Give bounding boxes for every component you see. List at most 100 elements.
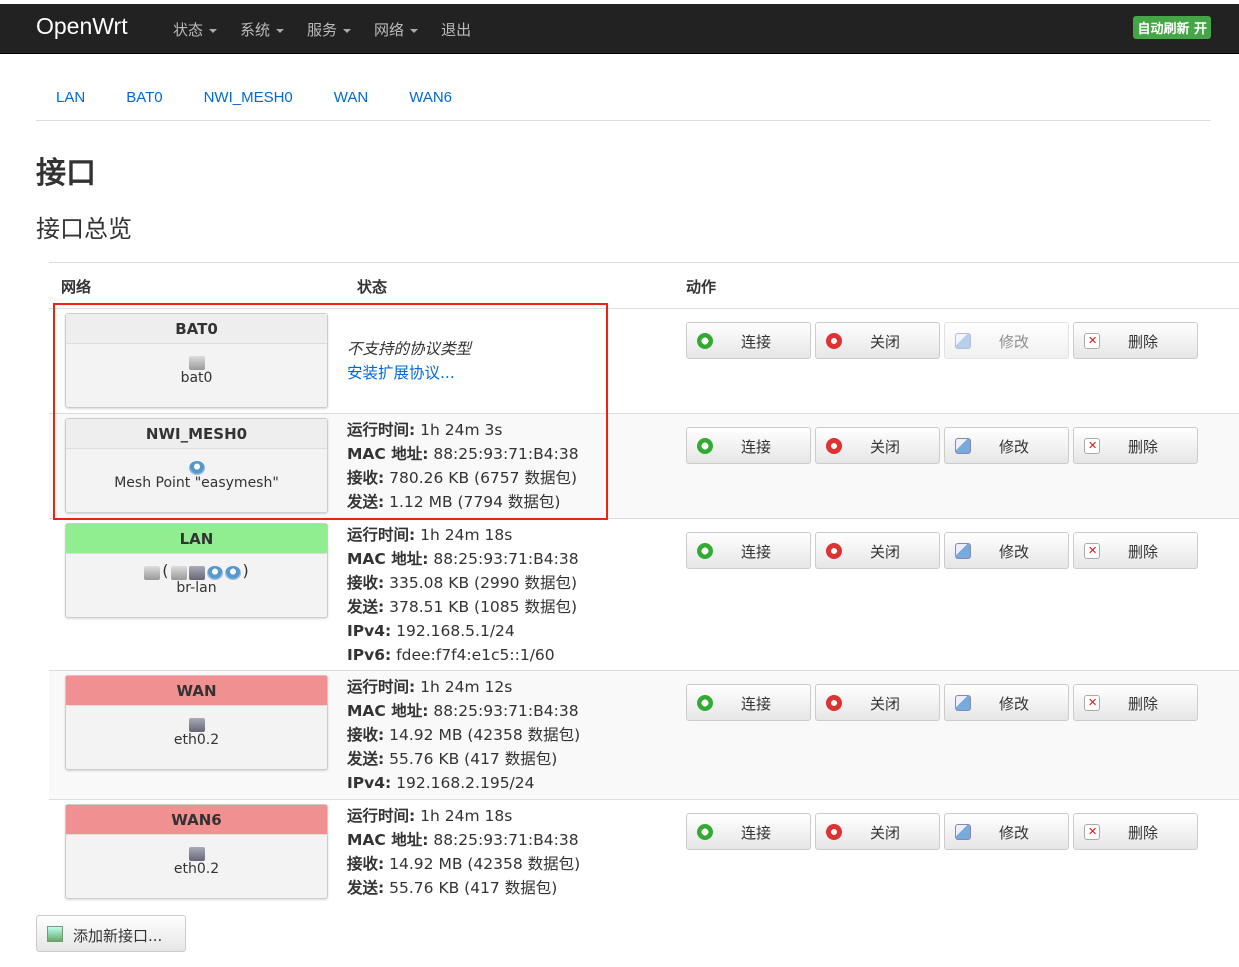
tx-value: 378.51 KB (1085 数据包)	[389, 598, 577, 616]
delete-icon	[1084, 695, 1100, 711]
section-title: 接口总览	[36, 215, 132, 243]
add-icon	[47, 926, 63, 942]
connect-button[interactable]: 连接	[686, 813, 811, 850]
row-actions: 连接 关闭 修改 删除	[686, 532, 1202, 569]
menu-network[interactable]: 网络	[374, 19, 419, 40]
edit-button[interactable]: 修改	[944, 813, 1069, 850]
menu-system-label: 系统	[240, 21, 271, 39]
main-menu: 状态 系统 服务 网络 退出	[173, 19, 494, 40]
stop-label: 关闭	[870, 824, 901, 842]
stop-button[interactable]: 关闭	[815, 813, 940, 850]
connect-button[interactable]: 连接	[686, 322, 811, 359]
interface-icons: ( )	[66, 554, 327, 580]
edit-button[interactable]: 修改	[944, 427, 1069, 464]
stop-icon	[826, 543, 842, 559]
ipv4-label: IPv4:	[347, 774, 392, 792]
delete-button[interactable]: 删除	[1073, 532, 1198, 569]
table-row: LAN ( ) br-lan 运行时间: 1h 24m 18s MAC 地址: …	[49, 518, 1239, 670]
interface-device: eth0.2	[173, 732, 220, 748]
page-title: 接口	[36, 156, 96, 191]
edit-button[interactable]: 修改	[944, 532, 1069, 569]
interface-status: 运行时间: 1h 24m 18s MAC 地址: 88:25:93:71:B4:…	[347, 523, 579, 667]
autorefresh-toggle[interactable]: 自动刷新 开	[1133, 16, 1211, 39]
ethernet-icon	[188, 718, 205, 732]
stop-icon	[826, 438, 842, 454]
delete-button[interactable]: 删除	[1073, 684, 1198, 721]
stop-icon	[826, 695, 842, 711]
table-row: WAN6 eth0.2 运行时间: 1h 24m 18s MAC 地址: 88:…	[49, 799, 1239, 904]
tab-wan[interactable]: WAN	[314, 81, 389, 120]
menu-logout-label: 退出	[441, 21, 472, 39]
rx-label: 接收:	[347, 855, 385, 873]
chevron-down-icon	[410, 28, 419, 33]
edit-label: 修改	[999, 438, 1030, 456]
table-row: WAN eth0.2 运行时间: 1h 24m 12s MAC 地址: 88:2…	[49, 670, 1239, 799]
stop-button[interactable]: 关闭	[815, 684, 940, 721]
bracket-open: (	[162, 561, 169, 580]
chevron-down-icon	[343, 28, 352, 33]
connect-button[interactable]: 连接	[686, 427, 811, 464]
delete-label: 删除	[1128, 333, 1159, 351]
delete-button[interactable]: 删除	[1073, 813, 1198, 850]
delete-button[interactable]: 删除	[1073, 427, 1198, 464]
stop-button[interactable]: 关闭	[815, 532, 940, 569]
menu-system[interactable]: 系统	[240, 19, 285, 40]
tx-label: 发送:	[347, 750, 385, 768]
tab-nwi-mesh0[interactable]: NWI_MESH0	[184, 81, 314, 120]
tx-value: 55.76 KB (417 数据包)	[389, 750, 558, 768]
delete-icon	[1084, 438, 1100, 454]
interface-tabs: LAN BAT0 NWI_MESH0 WAN WAN6	[36, 81, 1211, 121]
tx-label: 发送:	[347, 879, 385, 897]
ethernet-icon	[188, 847, 205, 861]
stop-button[interactable]: 关闭	[815, 322, 940, 359]
interface-name: WAN6	[66, 805, 327, 835]
stop-label: 关闭	[870, 543, 901, 561]
ipv6-label: IPv6:	[347, 646, 392, 664]
rx-value: 14.92 MB (42358 数据包)	[389, 726, 581, 744]
stop-button[interactable]: 关闭	[815, 427, 940, 464]
mac-label: MAC 地址:	[347, 831, 429, 849]
interface-name: WAN	[66, 676, 327, 706]
add-interface-button[interactable]: 添加新接口...	[36, 915, 186, 952]
uptime-label: 运行时间:	[347, 526, 416, 544]
interface-icons	[66, 706, 327, 732]
ipv4-value: 192.168.2.195/24	[396, 774, 535, 792]
delete-label: 删除	[1128, 438, 1159, 456]
stop-icon	[826, 824, 842, 840]
bridge-icon	[144, 566, 161, 580]
rx-value: 14.92 MB (42358 数据包)	[389, 855, 581, 873]
connect-button[interactable]: 连接	[686, 532, 811, 569]
menu-services[interactable]: 服务	[307, 19, 352, 40]
menu-status-label: 状态	[173, 21, 204, 39]
delete-icon	[1084, 543, 1100, 559]
header-network: 网络	[61, 278, 92, 296]
edit-icon	[955, 824, 971, 840]
tab-lan[interactable]: LAN	[36, 81, 106, 120]
brand-logo[interactable]: OpenWrt	[36, 13, 128, 40]
refresh-icon	[697, 824, 713, 840]
delete-button[interactable]: 删除	[1073, 322, 1198, 359]
refresh-icon	[697, 438, 713, 454]
ipv6-value: fdee:f7f4:e1c5::1/60	[396, 646, 555, 664]
menu-logout[interactable]: 退出	[441, 19, 471, 40]
stop-label: 关闭	[870, 438, 901, 456]
edit-label: 修改	[999, 824, 1030, 842]
edit-button[interactable]: 修改	[944, 684, 1069, 721]
tab-wan6[interactable]: WAN6	[389, 81, 473, 120]
mac-value: 88:25:93:71:B4:38	[433, 550, 579, 568]
interface-badge-lan: LAN ( ) br-lan	[65, 523, 328, 618]
row-actions: 连接 关闭 修改 删除	[686, 322, 1202, 359]
mac-label: MAC 地址:	[347, 702, 429, 720]
edit-icon	[955, 543, 971, 559]
connect-button[interactable]: 连接	[686, 684, 811, 721]
ethernet-icon	[188, 566, 205, 580]
edit-button[interactable]: 修改	[944, 322, 1069, 359]
menu-network-label: 网络	[374, 21, 405, 39]
menu-status[interactable]: 状态	[173, 19, 218, 40]
interface-status: 运行时间: 1h 24m 18s MAC 地址: 88:25:93:71:B4:…	[347, 804, 580, 900]
chevron-down-icon	[209, 28, 218, 33]
add-interface-label: 添加新接口...	[73, 927, 163, 945]
tab-bat0[interactable]: BAT0	[106, 81, 183, 120]
interface-device: eth0.2	[173, 861, 220, 877]
row-actions: 连接 关闭 修改 删除	[686, 813, 1202, 850]
